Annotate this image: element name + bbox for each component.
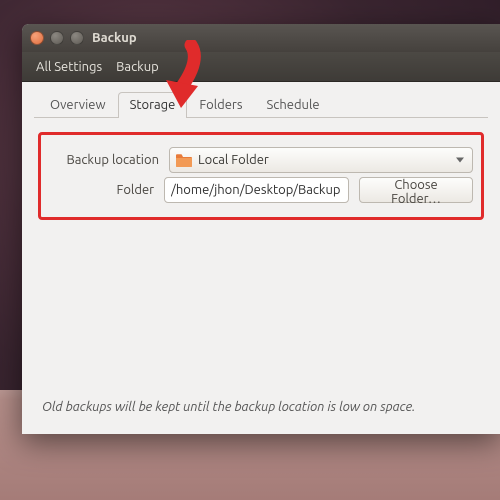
footer-note: Old backups will be kept until the backu… bbox=[42, 400, 480, 414]
chevron-down-icon bbox=[456, 158, 464, 163]
storage-panel: Backup location Local Folder Folder Choo… bbox=[34, 118, 488, 224]
folder-path-input[interactable] bbox=[164, 177, 349, 203]
backup-location-combo[interactable]: Local Folder bbox=[169, 147, 473, 173]
tab-storage[interactable]: Storage bbox=[118, 92, 188, 118]
tab-schedule[interactable]: Schedule bbox=[255, 92, 332, 118]
window-title: Backup bbox=[92, 31, 137, 45]
tab-folders[interactable]: Folders bbox=[187, 92, 254, 118]
content-area: Overview Storage Folders Schedule Backup… bbox=[22, 82, 500, 236]
tab-overview[interactable]: Overview bbox=[38, 92, 118, 118]
folder-label: Folder bbox=[49, 183, 154, 197]
folder-icon bbox=[176, 154, 192, 167]
backup-location-label: Backup location bbox=[49, 153, 159, 167]
toolbar-section[interactable]: Backup bbox=[116, 60, 159, 74]
backup-location-row: Backup location Local Folder bbox=[49, 147, 473, 173]
annotation-highlight-box: Backup location Local Folder Folder Choo… bbox=[38, 132, 484, 220]
toolbar: All Settings Backup bbox=[22, 52, 500, 82]
close-button[interactable] bbox=[30, 31, 44, 45]
titlebar: Backup bbox=[22, 24, 500, 52]
maximize-button[interactable] bbox=[70, 31, 84, 45]
folder-row: Folder Choose Folder… bbox=[49, 177, 473, 203]
minimize-button[interactable] bbox=[50, 31, 64, 45]
backup-window: Backup All Settings Backup Overview Stor… bbox=[22, 24, 500, 434]
all-settings-link[interactable]: All Settings bbox=[36, 60, 102, 74]
backup-location-value: Local Folder bbox=[198, 153, 269, 167]
window-controls bbox=[30, 31, 84, 45]
choose-folder-button[interactable]: Choose Folder… bbox=[359, 177, 473, 203]
tabstrip: Overview Storage Folders Schedule bbox=[34, 92, 488, 118]
